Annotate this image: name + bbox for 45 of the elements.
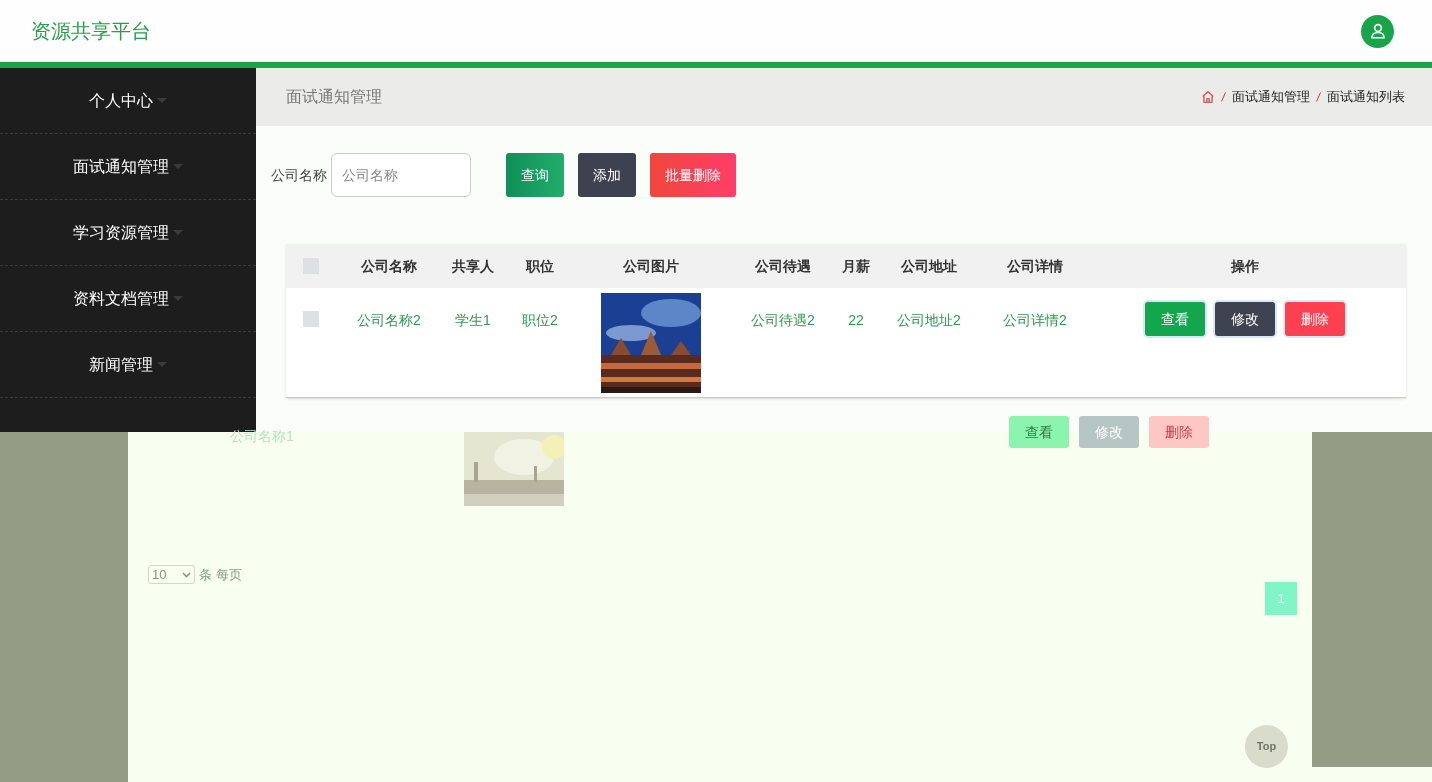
- breadcrumb-link[interactable]: 面试通知管理: [1232, 87, 1310, 107]
- row-action-button[interactable]: 查看: [1008, 416, 1069, 448]
- breadcrumb-link[interactable]: 面试通知列表: [1327, 87, 1405, 107]
- caret-icon: [173, 164, 183, 169]
- caret-icon: [157, 362, 167, 367]
- column-header: 公司待遇: [754, 256, 812, 276]
- caret-icon: [157, 98, 167, 103]
- home-icon[interactable]: [1201, 90, 1215, 104]
- user-icon[interactable]: [1361, 14, 1394, 48]
- table-cell-text: 公司名称2: [356, 311, 422, 330]
- table-cell-text: 公司名称1: [230, 427, 294, 446]
- table-cell-text: 公司待遇2: [750, 311, 816, 330]
- column-header: 公司地址: [900, 256, 958, 276]
- search-field[interactable]: 公司名称: [331, 153, 471, 197]
- separator-icon: [1221, 92, 1226, 102]
- action-button[interactable]: 批量删除: [650, 153, 736, 197]
- caret-icon: [173, 296, 183, 301]
- column-header: 公司图片: [622, 256, 680, 276]
- page-size-select[interactable]: 10: [148, 565, 195, 584]
- column-header: 共享人: [451, 256, 495, 276]
- table-cell-text: 公司地址2: [896, 311, 962, 330]
- row-action-button[interactable]: 删除: [1148, 416, 1209, 448]
- row-action-button[interactable]: 删除: [1285, 302, 1345, 336]
- back-to-top-button[interactable]: Top: [1245, 725, 1288, 768]
- search-label: 公司名称: [271, 165, 327, 185]
- table-cell-text: 公司详情2: [1002, 311, 1068, 330]
- column-header: 公司详情: [1006, 256, 1064, 276]
- column-header: 公司名称: [360, 256, 418, 276]
- table-cell-text: 职位2: [521, 311, 559, 330]
- separator-icon: [1316, 92, 1321, 102]
- page-size-label: 条 每页: [199, 565, 242, 584]
- table-cell-text: 22: [847, 311, 865, 330]
- checkbox[interactable]: [303, 311, 319, 327]
- row-action-button[interactable]: 查看: [1145, 302, 1205, 336]
- app-title: 资源共享平台: [31, 19, 151, 44]
- chevron-icon: [182, 571, 191, 578]
- caret-icon: [173, 230, 183, 235]
- column-header: 操作: [1230, 256, 1260, 276]
- table-cell-text: 学生1: [454, 311, 492, 330]
- page-title: 面试通知管理: [286, 87, 382, 107]
- row-action-button[interactable]: 修改: [1215, 302, 1275, 336]
- action-button[interactable]: 添加: [578, 153, 636, 197]
- column-header: 职位: [524, 256, 555, 276]
- column-header: 月薪: [841, 256, 871, 276]
- action-button[interactable]: 查询: [506, 153, 564, 197]
